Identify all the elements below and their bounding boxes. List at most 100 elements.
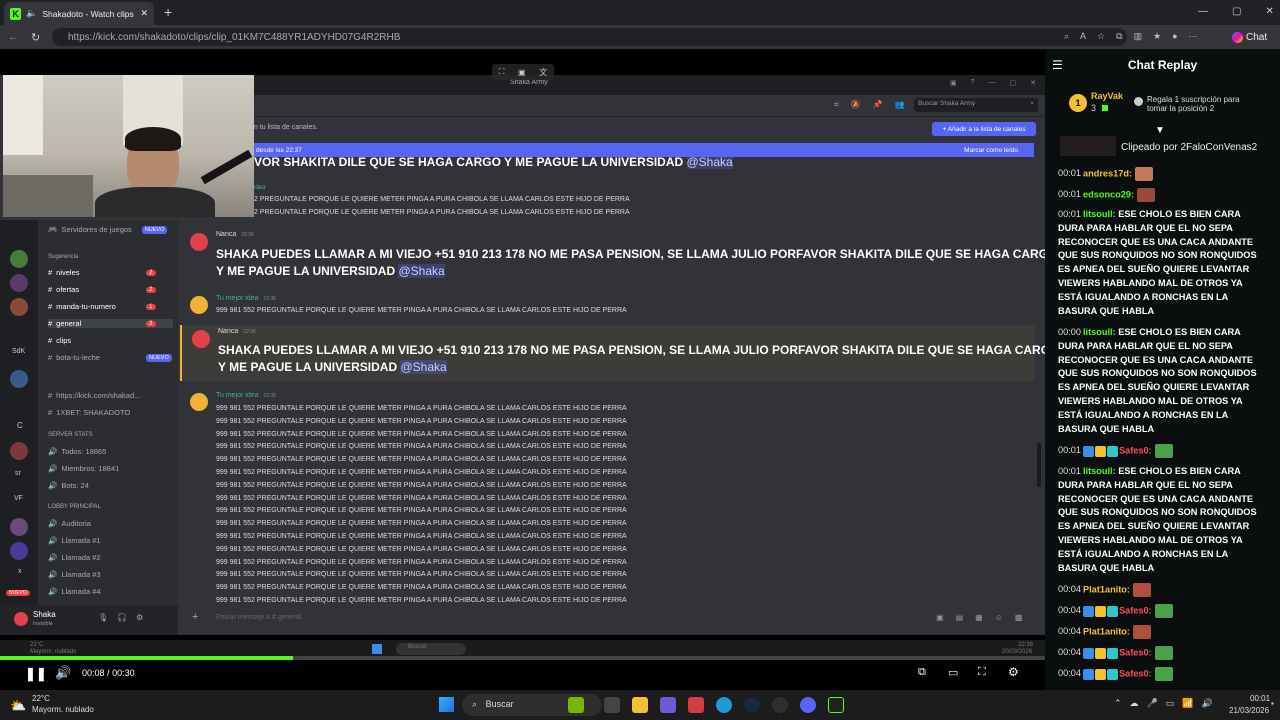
taskbar-app-obs-icon[interactable] — [772, 697, 788, 713]
guild-label-c: C — [17, 421, 23, 430]
gifter-count: 3 — [1091, 103, 1097, 113]
discord-search-text: Buscar Shaka Army — [918, 100, 976, 107]
pause-icon[interactable]: ❚❚ — [25, 666, 47, 682]
taskbar-app-terminal-icon[interactable] — [828, 697, 844, 713]
start-windows-icon[interactable] — [439, 697, 454, 712]
tray-display-icon[interactable]: ▭ — [1166, 698, 1175, 709]
message-text-line2: Y ME PAGUE LA UNIVERSIDAD @Shaka — [216, 263, 445, 280]
webcam-person-body — [95, 187, 215, 217]
message-author: Tu mejor idea 22:36 — [216, 295, 276, 302]
chat-username[interactable]: Safes0: — [1119, 647, 1152, 657]
expand-chevron-icon[interactable]: ▼ — [1155, 125, 1165, 136]
copilot-chat-button[interactable]: Chat — [1232, 28, 1276, 46]
discord-server-name: Shaka Army — [510, 79, 548, 86]
taskbar-app-edge-icon[interactable] — [716, 697, 732, 713]
spam-line: 999 981 552 PREGUNTALE PORQUE LE QUIERE … — [216, 571, 627, 579]
user-status: Invisible — [33, 621, 53, 627]
extensions-icon[interactable]: ⧉ — [1116, 31, 1122, 42]
screenshot-icon[interactable]: ▣ — [518, 68, 526, 77]
chat-username[interactable]: edsonco29: — [1083, 189, 1134, 199]
translate-icon[interactable]: 文 — [539, 67, 547, 78]
clock-time[interactable]: 00:01 — [1250, 694, 1270, 703]
profile-avatar-icon[interactable]: ● — [1172, 31, 1177, 42]
minimize-icon[interactable]: — — [1198, 6, 1208, 17]
taskbar-app-red-icon[interactable] — [688, 697, 704, 713]
clock-date[interactable]: 21/03/2026 — [1229, 706, 1269, 715]
message-text: SHAKA PUEDES LLAMAR A MI VIEJO +51 910 2… — [216, 247, 1058, 261]
stat-todos: 🔊 Todos: 18865 — [48, 447, 107, 456]
pin-icon: 📌 — [872, 100, 883, 109]
zoom-icon[interactable]: ⌕ — [1064, 31, 1069, 42]
taskbar-app-discord-icon[interactable] — [800, 697, 816, 713]
tab-close-icon[interactable]: ✕ — [140, 8, 148, 19]
threads-icon: ⌗ — [834, 100, 839, 109]
new-messages-since: desde las 22:37 — [256, 146, 302, 154]
chat-username[interactable]: litsoull: — [1083, 209, 1116, 219]
tray-volume-icon[interactable]: 🔊 — [1202, 698, 1213, 709]
mute-tab-icon[interactable]: 🔈 — [26, 8, 37, 19]
input-tool-icons: ▣ ▤ ▦ ☺ ▩ — [936, 613, 1022, 622]
url-field[interactable]: https://kick.com/shakadoto/clips/clip_01… — [52, 28, 1127, 46]
chat-time: 00:01 — [1058, 445, 1081, 456]
crop-icon[interactable]: ⛶ — [499, 67, 505, 77]
chat-username[interactable]: Plat1anito: — [1083, 626, 1130, 636]
more-menu-icon[interactable]: ⋯ — [1189, 31, 1198, 42]
fullscreen-icon[interactable]: ⛶ — [978, 666, 986, 679]
reload-icon[interactable]: ↻ — [31, 31, 40, 44]
spam-line: 999 981 552 PREGUNTALE PORQUE LE QUIERE … — [216, 468, 627, 476]
tray-mic-icon[interactable]: 🎤 — [1147, 698, 1158, 709]
tray-wifi-icon[interactable]: 📶 — [1182, 698, 1193, 709]
message-tu-mejor-idea-1: Tu mejor idea 22:36 999 981 552 PREGUNTAL… — [180, 292, 1035, 320]
emote-icon — [1132, 625, 1151, 639]
taskbar-search-label: Buscar — [485, 699, 514, 709]
maximize-icon[interactable]: ▢ — [1232, 6, 1241, 17]
pip-icon[interactable]: ⧉ — [918, 666, 926, 679]
message-time: 22:36 — [263, 393, 277, 399]
browser-tab[interactable]: K 🔈 Shakadoto - Watch clips on K ✕ — [4, 2, 154, 25]
new-tab-button[interactable]: + — [164, 4, 172, 20]
tray-cloud-icon[interactable]: ☁ — [1130, 698, 1139, 709]
message-author-name: Nanca — [216, 231, 237, 238]
browser-toolbar-icons: ⌕ A ☆ ⧉ ▥ ★ ● ⋯ — [1064, 31, 1198, 42]
voice-llamada-3: 🔊 Llamada #3 — [48, 570, 101, 579]
split-icon[interactable]: ▥ — [1134, 31, 1143, 42]
voice-auditoria: 🔊 Auditoria — [48, 519, 91, 528]
message-avatar — [192, 330, 210, 348]
taskbar-app-explorer-icon[interactable] — [632, 697, 648, 713]
close-window-icon[interactable]: ✕ — [1265, 6, 1273, 17]
tray-chevron-icon[interactable]: ⌃ — [1114, 698, 1122, 709]
settings-icon[interactable]: ⚙ — [1008, 665, 1019, 679]
taskbar-app-taskview-icon[interactable] — [604, 697, 620, 713]
spam-line: 999 981 552 PREGUNTALE PORQUE LE QUIERE … — [216, 507, 627, 515]
sugerencia-label: Sugerencia — [48, 254, 79, 260]
chat-username[interactable]: litsoull: — [1083, 466, 1116, 476]
chat-message: 00:01 litsoull: ESE CHOLO ES BIEN CARA DU… — [1058, 208, 1262, 318]
chat-username[interactable]: Safes0: — [1119, 445, 1152, 455]
notifications-icon[interactable]: ▪ — [1271, 699, 1274, 708]
back-icon[interactable]: ← — [8, 31, 19, 43]
recorded-weather-desc: Mayorm. nublado — [30, 649, 77, 655]
taskbar-app-nvidia-icon[interactable] — [568, 697, 584, 713]
favorites-icon[interactable]: ★ — [1153, 31, 1161, 42]
chat-username[interactable]: litsoull: — [1083, 327, 1116, 337]
volume-icon[interactable]: 🔊 — [55, 665, 71, 681]
chat-username[interactable]: Plat1anito: — [1083, 584, 1130, 594]
chat-username[interactable]: andres17d: — [1083, 168, 1132, 178]
gifter-leaderboard[interactable]: 1 RayVak 3 Regala 1 suscripción para tom… — [1045, 87, 1280, 121]
taskbar-app-steam-icon[interactable] — [744, 697, 760, 713]
read-aloud-icon[interactable]: A — [1080, 31, 1086, 42]
recorded-time: 22:38 — [1018, 642, 1034, 648]
chat-username[interactable]: Safes0: — [1119, 605, 1152, 615]
spam-line: 999 981 552 PREGUNTALE PORQUE LE QUIERE … — [216, 558, 627, 566]
link-1xbet: # 1XBET: SHAKADOTO — [48, 408, 131, 417]
members-icon: 👥 — [894, 100, 905, 109]
webcam-person-hair — [125, 127, 181, 151]
gift-icon — [1102, 105, 1108, 111]
games-new-badge: NUEVO — [141, 225, 168, 234]
taskbar-app-copilot-icon[interactable] — [660, 697, 676, 713]
favorite-star-icon[interactable]: ☆ — [1097, 31, 1105, 42]
message-avatar — [190, 393, 208, 411]
theater-icon[interactable]: ▭ — [948, 666, 958, 679]
crown-badge-icon — [1095, 445, 1106, 457]
chat-username[interactable]: Safes0: — [1119, 668, 1152, 678]
